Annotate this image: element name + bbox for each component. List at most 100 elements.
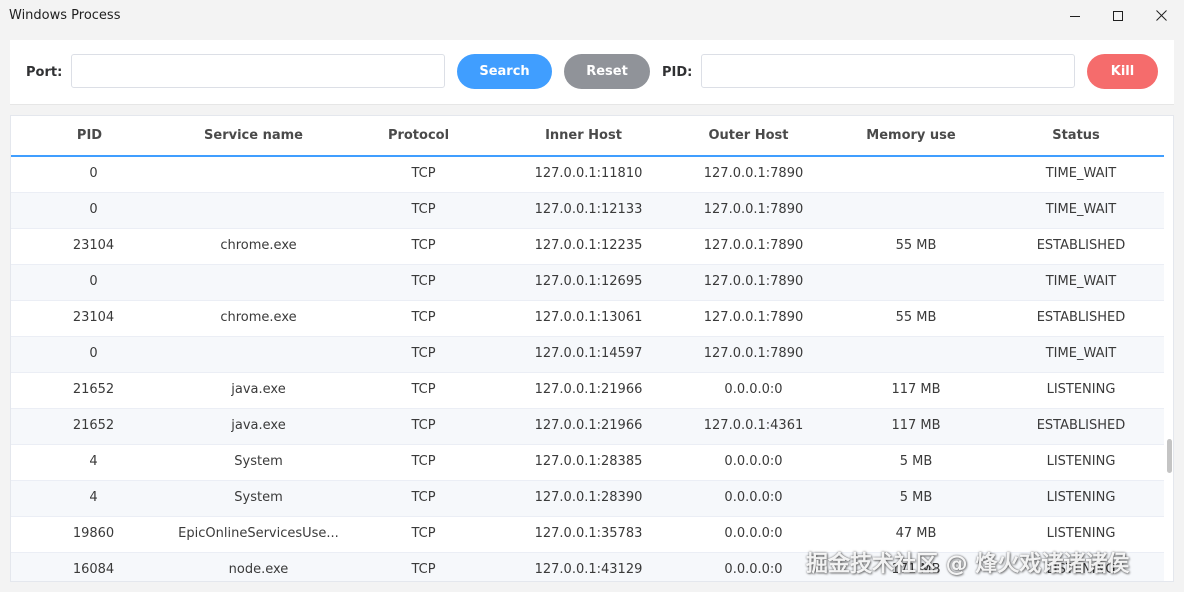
cell-inner-host: 127.0.0.1:21966 [534, 382, 643, 397]
cell-status: LISTENING [1046, 526, 1116, 541]
cell-pid: 4 [89, 490, 98, 505]
cell-status: LISTENING [1046, 490, 1116, 505]
cell-status: TIME_WAIT [1045, 166, 1117, 181]
cell-inner-host: 127.0.0.1:35783 [534, 526, 643, 541]
cell-service: java.exe [231, 418, 286, 433]
cell-outer-host: 127.0.0.1:7890 [703, 346, 804, 361]
cell-outer-host: 0.0.0.0:0 [724, 382, 783, 397]
cell-protocol: TCP [411, 310, 436, 325]
cell-protocol: TCP [411, 490, 436, 505]
column-header-pid[interactable]: PID [37, 128, 142, 143]
table-row[interactable]: 23104 chrome.exe TCP 127.0.0.1:13061 127… [11, 301, 1164, 337]
cell-protocol: TCP [411, 526, 436, 541]
port-input[interactable] [71, 54, 445, 88]
kill-button[interactable]: Kill [1087, 54, 1158, 89]
cell-pid: 19860 [72, 526, 115, 541]
cell-inner-host: 127.0.0.1:12133 [534, 202, 643, 217]
table-row[interactable]: 21652 java.exe TCP 127.0.0.1:21966 0.0.0… [11, 373, 1164, 409]
cell-pid: 0 [89, 274, 98, 289]
cell-pid: 23104 [72, 310, 115, 325]
cell-pid: 4 [89, 454, 98, 469]
table-row[interactable]: 4 System TCP 127.0.0.1:28385 0.0.0.0:0 5… [11, 445, 1164, 481]
cell-protocol: TCP [411, 202, 436, 217]
cell-memory: 117 MB [891, 382, 941, 397]
close-icon [1155, 10, 1167, 21]
cell-inner-host: 127.0.0.1:11810 [534, 166, 643, 181]
watermark-text: 掘金技术社区 @ 烽火戏诸诸诸侯 [806, 552, 1130, 577]
column-header-memory[interactable]: Memory use [841, 128, 981, 143]
window-title: Windows Process [9, 8, 121, 23]
cell-protocol: TCP [411, 346, 436, 361]
cell-pid: 0 [89, 346, 98, 361]
cell-status: TIME_WAIT [1045, 346, 1117, 361]
column-header-inner-host[interactable]: Inner Host [511, 128, 656, 143]
scrollbar-thumb[interactable] [1167, 439, 1172, 473]
cell-memory: 5 MB [899, 454, 933, 469]
cell-status: LISTENING [1046, 454, 1116, 469]
table-row[interactable]: 0 TCP 127.0.0.1:12133 127.0.0.1:7890 TIM… [11, 193, 1164, 229]
column-header-outer-host[interactable]: Outer Host [676, 128, 821, 143]
cell-service: EpicOnlineServicesUse... [178, 526, 339, 541]
minimize-button[interactable] [1052, 0, 1098, 31]
cell-outer-host: 127.0.0.1:7890 [703, 202, 804, 217]
cell-protocol: TCP [411, 274, 436, 289]
cell-outer-host: 0.0.0.0:0 [724, 562, 783, 577]
process-table: PID Service name Protocol Inner Host Out… [10, 115, 1174, 582]
cell-protocol: TCP [411, 166, 436, 181]
search-button[interactable]: Search [457, 54, 552, 89]
maximize-button[interactable] [1095, 0, 1141, 31]
cell-memory: 55 MB [895, 238, 937, 253]
cell-outer-host: 127.0.0.1:4361 [703, 418, 804, 433]
cell-status: LISTENING [1046, 382, 1116, 397]
cell-service: java.exe [231, 382, 286, 397]
pid-label: PID: [662, 65, 693, 80]
cell-status: TIME_WAIT [1045, 274, 1117, 289]
port-label: Port: [26, 65, 63, 80]
cell-service: System [234, 454, 283, 469]
cell-memory: 47 MB [895, 526, 937, 541]
cell-memory: 55 MB [895, 310, 937, 325]
table-row[interactable]: 21652 java.exe TCP 127.0.0.1:21966 127.0… [11, 409, 1164, 445]
cell-inner-host: 127.0.0.1:12235 [534, 238, 643, 253]
cell-protocol: TCP [411, 454, 436, 469]
cell-memory: 117 MB [891, 418, 941, 433]
cell-service: System [234, 490, 283, 505]
cell-pid: 21652 [72, 418, 115, 433]
cell-service: chrome.exe [220, 238, 297, 253]
table-row[interactable]: 23104 chrome.exe TCP 127.0.0.1:12235 127… [11, 229, 1164, 265]
pid-input[interactable] [701, 54, 1075, 88]
column-header-service[interactable]: Service name [171, 128, 336, 143]
cell-inner-host: 127.0.0.1:12695 [534, 274, 643, 289]
vertical-scrollbar[interactable] [1165, 156, 1173, 581]
table-row[interactable]: 0 TCP 127.0.0.1:14597 127.0.0.1:7890 TIM… [11, 337, 1164, 373]
cell-protocol: TCP [411, 238, 436, 253]
table-row[interactable]: 4 System TCP 127.0.0.1:28390 0.0.0.0:0 5… [11, 481, 1164, 517]
cell-pid: 0 [89, 166, 98, 181]
cell-outer-host: 0.0.0.0:0 [724, 454, 783, 469]
close-button[interactable] [1138, 0, 1184, 31]
cell-protocol: TCP [411, 418, 436, 433]
cell-status: ESTABLISHED [1036, 238, 1126, 253]
reset-button[interactable]: Reset [564, 54, 650, 89]
cell-outer-host: 127.0.0.1:7890 [703, 310, 804, 325]
cell-service: node.exe [228, 562, 289, 577]
minimize-icon [1070, 15, 1080, 17]
cell-protocol: TCP [411, 562, 436, 577]
cell-inner-host: 127.0.0.1:21966 [534, 418, 643, 433]
cell-pid: 21652 [72, 382, 115, 397]
table-row[interactable]: 0 TCP 127.0.0.1:11810 127.0.0.1:7890 TIM… [11, 157, 1164, 193]
cell-outer-host: 0.0.0.0:0 [724, 526, 783, 541]
column-header-status[interactable]: Status [1006, 128, 1146, 143]
cell-inner-host: 127.0.0.1:14597 [534, 346, 643, 361]
cell-service: chrome.exe [220, 310, 297, 325]
cell-status: ESTABLISHED [1036, 418, 1126, 433]
cell-pid: 16084 [72, 562, 115, 577]
column-header-protocol[interactable]: Protocol [366, 128, 471, 143]
cell-outer-host: 0.0.0.0:0 [724, 490, 783, 505]
cell-status: ESTABLISHED [1036, 310, 1126, 325]
filter-toolbar: Port: Search Reset PID: Kill [10, 40, 1174, 105]
cell-outer-host: 127.0.0.1:7890 [703, 274, 804, 289]
cell-outer-host: 127.0.0.1:7890 [703, 166, 804, 181]
title-bar: Windows Process [0, 0, 1184, 32]
table-row[interactable]: 0 TCP 127.0.0.1:12695 127.0.0.1:7890 TIM… [11, 265, 1164, 301]
